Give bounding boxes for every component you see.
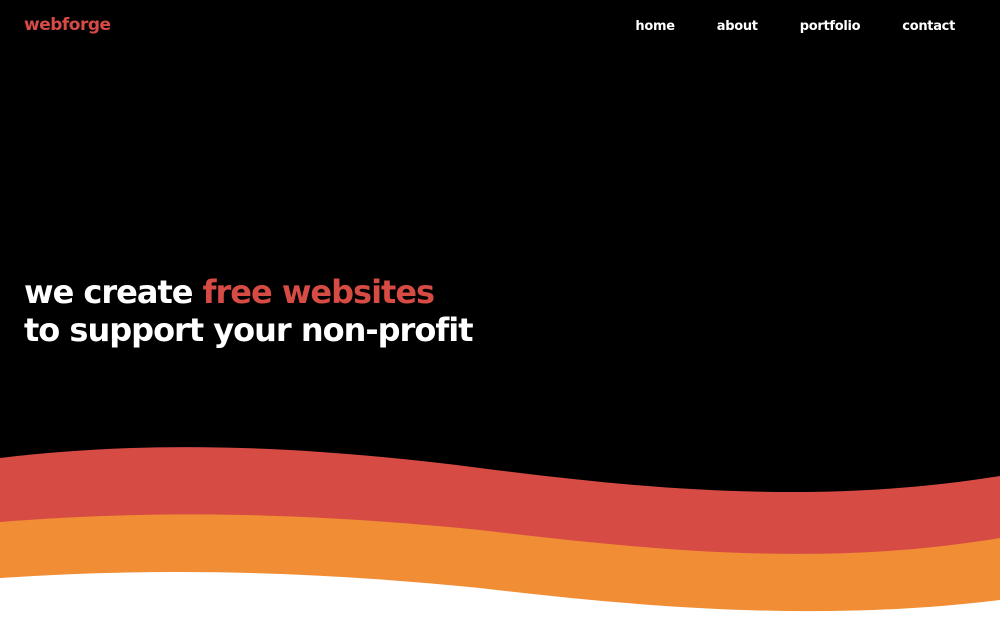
hero-line-1-prefix: we create [24, 273, 193, 311]
brand-logo-link[interactable]: webforge [24, 15, 111, 35]
hero-heading: we create free websites to support your … [24, 273, 473, 349]
hero-line-1: we create free websites [24, 273, 473, 311]
landing-page: webforge home about portfolio contact we… [0, 0, 1000, 625]
nav-portfolio-link[interactable]: portfolio [800, 19, 861, 34]
main-nav: home about portfolio contact [593, 19, 955, 34]
nav-home-link[interactable]: home [635, 19, 675, 34]
hero-line-2: to support your non-profit [24, 311, 473, 349]
nav-contact-link[interactable]: contact [902, 19, 955, 34]
nav-about-link[interactable]: about [717, 19, 758, 34]
hero-highlight: free websites [202, 273, 435, 311]
